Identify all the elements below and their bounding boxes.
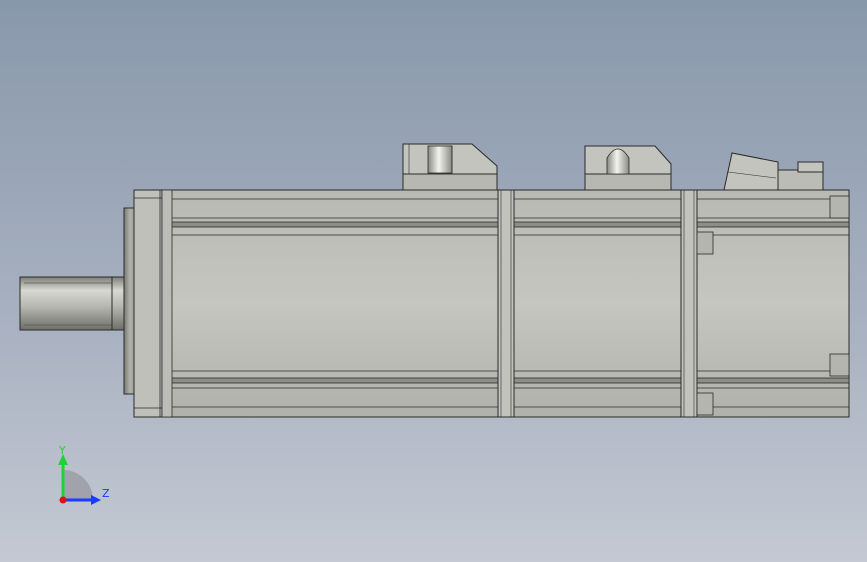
z-axis-label: Z [102,487,110,500]
orientation-triad[interactable]: Y Z [40,440,120,510]
housing-collar-2[interactable] [680,189,698,418]
housing-collar-1[interactable] [497,189,515,418]
x-axis-origin-icon [59,496,67,504]
motor-front-flange[interactable] [133,189,163,418]
y-axis-label: Y [58,444,66,457]
servo-motor-model[interactable] [0,0,867,562]
motor-shaft[interactable] [19,276,125,331]
triad-plane-indicator [63,470,93,500]
power-connector[interactable] [402,143,498,191]
encoder-connector[interactable] [584,145,672,191]
z-axis-arrowhead [91,495,101,505]
brake-connector[interactable] [723,152,824,191]
graphics-viewport[interactable]: Y Z [0,0,867,562]
